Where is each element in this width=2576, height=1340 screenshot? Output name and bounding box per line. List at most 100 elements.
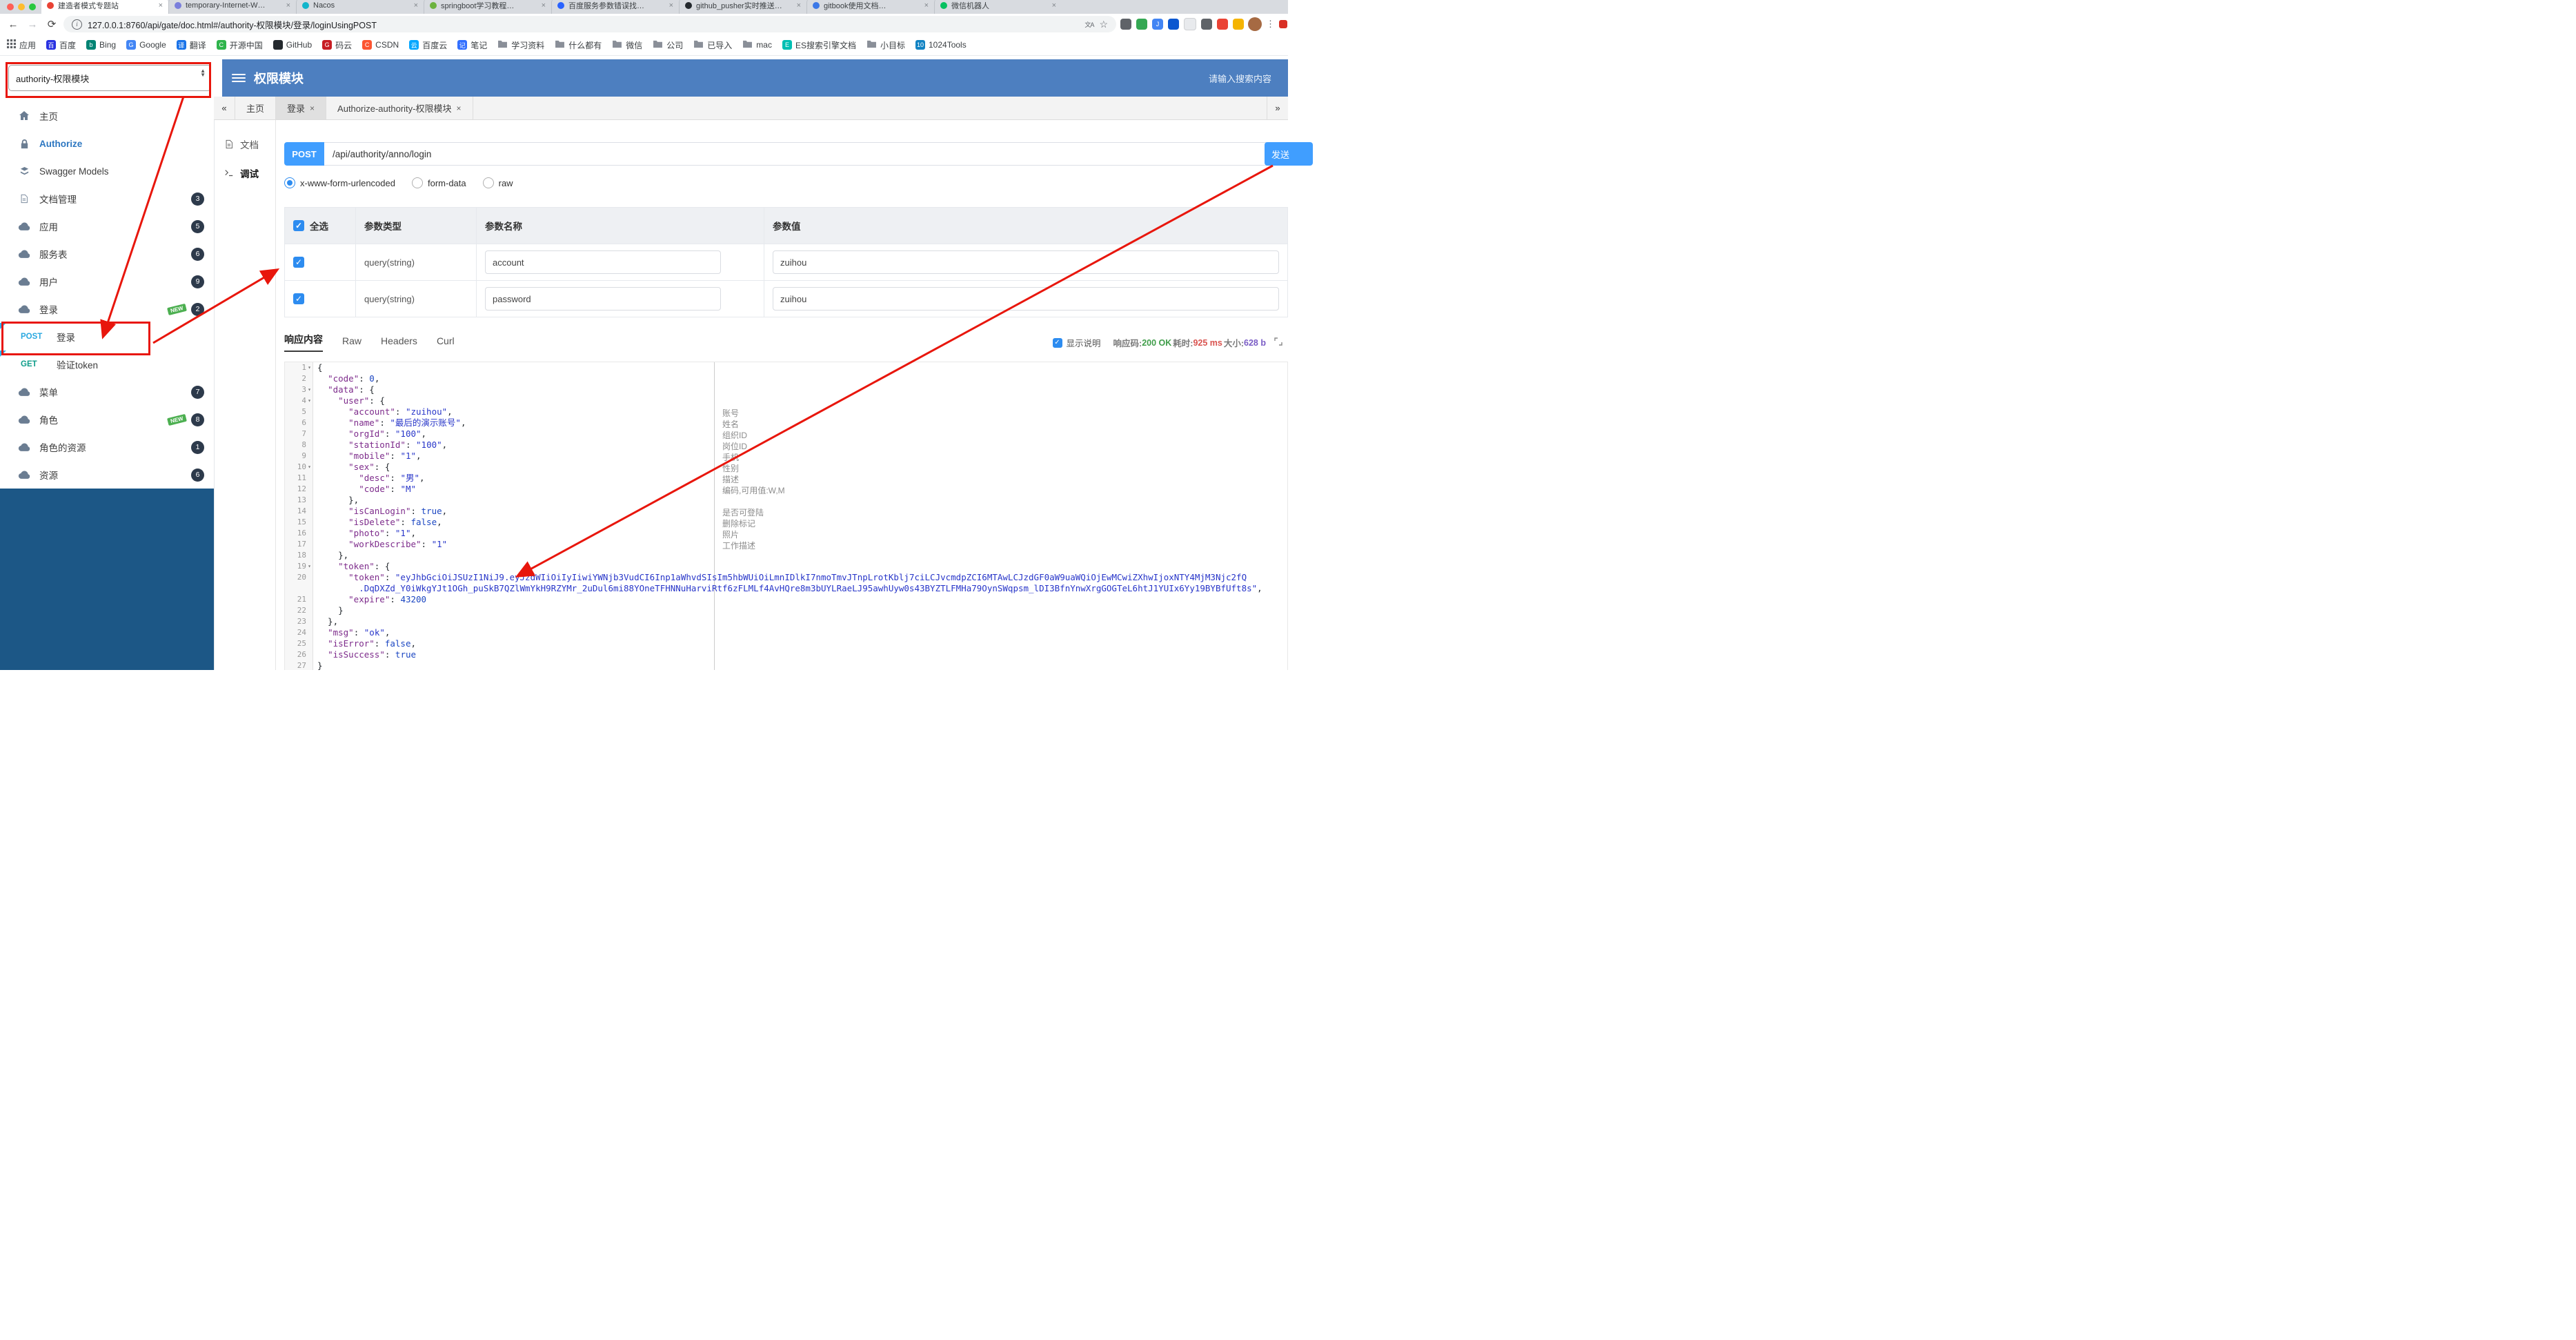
extension-icon[interactable] xyxy=(1136,19,1147,30)
bookmark-item[interactable]: 百百度 xyxy=(46,39,76,51)
fold-icon[interactable]: ▾ xyxy=(306,561,313,572)
bookmark-item[interactable]: 微信 xyxy=(612,39,642,51)
traffic-light[interactable] xyxy=(18,3,25,10)
tab-调试[interactable]: 调试 xyxy=(214,159,275,188)
document-tab[interactable]: 登录 × xyxy=(276,97,327,119)
sidebar-item[interactable]: 用户 9 xyxy=(0,268,214,295)
extension-icon[interactable] xyxy=(1233,19,1244,30)
traffic-light[interactable] xyxy=(29,3,36,10)
fold-icon[interactable]: ▾ xyxy=(306,462,313,473)
tab-close-icon[interactable]: × xyxy=(1052,1,1056,10)
tab-close-icon[interactable]: × xyxy=(924,1,929,10)
bookmark-item[interactable]: 译翻译 xyxy=(176,39,206,51)
address-bar[interactable]: i 127.0.0.1:8760/api/gate/doc.html#/auth… xyxy=(63,16,1116,32)
bookmark-item[interactable]: 云百度云 xyxy=(409,39,447,51)
browser-tab[interactable]: github_pusher实时推送… × xyxy=(679,0,806,14)
sidebar-item[interactable]: 应用 5 xyxy=(0,213,214,240)
browser-tab[interactable]: temporary-Internet-W… × xyxy=(168,0,296,14)
translate-icon[interactable]: 文A xyxy=(1084,20,1094,29)
sidebar-item[interactable]: Swagger Models xyxy=(0,157,214,185)
extension-icon[interactable] xyxy=(1120,19,1131,30)
response-tab[interactable]: Curl xyxy=(437,335,455,352)
tab-close-icon[interactable]: × xyxy=(669,1,673,10)
bookmark-item[interactable]: b Bing xyxy=(86,40,116,50)
select-all-checkbox[interactable]: ✓ xyxy=(293,220,304,231)
tabs-prev-button[interactable]: « xyxy=(214,97,235,119)
forward-icon[interactable]: → xyxy=(25,19,40,30)
bookmark-item[interactable]: E ES搜索引擎文档 xyxy=(782,39,856,51)
content-type-radio[interactable]: raw xyxy=(482,177,513,188)
request-path-input[interactable]: /api/authority/anno/login xyxy=(324,142,1270,166)
checkbox-icon[interactable]: ✓ xyxy=(1052,337,1062,348)
radio-icon[interactable] xyxy=(284,177,295,188)
param-name-input[interactable]: account xyxy=(485,250,721,274)
reload-icon[interactable]: ⟳ xyxy=(44,18,59,30)
sidebar-item[interactable]: Authorize xyxy=(0,130,214,157)
bookmark-star-icon[interactable]: ☆ xyxy=(1099,19,1108,30)
bookmark-item[interactable]: 10 1024Tools xyxy=(915,40,967,50)
tabs-next-button[interactable]: » xyxy=(1267,97,1288,119)
module-select[interactable]: authority-权限模块 ▲ ▼ xyxy=(8,65,211,91)
page-info-icon[interactable]: i xyxy=(72,19,82,30)
extension-icon[interactable] xyxy=(1168,19,1179,30)
param-name-input[interactable]: password xyxy=(485,287,721,311)
bookmark-item[interactable]: GitHub xyxy=(273,40,312,50)
profile-avatar[interactable] xyxy=(1248,17,1262,31)
hamburger-icon[interactable] xyxy=(232,74,246,82)
window-controls[interactable] xyxy=(3,3,41,14)
response-code-editor[interactable]: 1 ▾{2 "code": 0, 3 ▾ "data": {4 ▾ "user": {5… xyxy=(284,362,1288,670)
bookmark-item[interactable]: G 码云 xyxy=(322,39,352,51)
bookmark-item[interactable]: G Google xyxy=(126,40,166,50)
bookmark-item[interactable]: C 开源中国 xyxy=(216,39,263,51)
response-tab[interactable]: Raw xyxy=(342,335,361,352)
traffic-light[interactable] xyxy=(7,3,14,10)
browser-tab[interactable]: Nacos × xyxy=(296,0,424,14)
bookmark-item[interactable]: 小目标 xyxy=(866,39,905,51)
bookmark-item[interactable]: 什么都有 xyxy=(555,39,602,51)
tab-close-icon[interactable]: × xyxy=(159,1,163,10)
fold-icon[interactable]: ▾ xyxy=(306,384,313,395)
extension-icon[interactable] xyxy=(1201,19,1212,30)
tab-close-icon[interactable]: × xyxy=(414,1,418,10)
response-tab[interactable]: 响应内容 xyxy=(284,333,323,352)
browser-tab[interactable]: 百度服务参数错误找… × xyxy=(551,0,679,14)
radio-icon[interactable] xyxy=(482,177,494,188)
fold-icon[interactable]: ▾ xyxy=(306,395,313,406)
bookmark-item[interactable]: mac xyxy=(742,40,772,50)
sidebar-item[interactable]: 角色 NEW 8 xyxy=(0,406,214,433)
url-text[interactable]: 127.0.0.1:8760/api/gate/doc.html#/author… xyxy=(88,18,1079,31)
browser-tab[interactable]: springboot学习教程… × xyxy=(424,0,551,14)
bookmark-item[interactable]: 应用 xyxy=(7,39,36,51)
content-type-radio[interactable]: form-data xyxy=(411,177,466,188)
header-search[interactable]: 请输入搜索内容 xyxy=(1209,72,1271,85)
back-icon[interactable]: ← xyxy=(6,19,21,30)
radio-icon[interactable] xyxy=(411,177,423,188)
fold-icon[interactable]: ▾ xyxy=(306,362,313,373)
row-checkbox[interactable]: ✓ xyxy=(293,257,304,268)
browser-menu-icon[interactable]: ⋮ xyxy=(1266,19,1275,30)
tab-close-icon[interactable]: × xyxy=(310,104,315,113)
extension-icon[interactable] xyxy=(1217,19,1228,30)
document-tab[interactable]: 主页 xyxy=(235,97,277,119)
browser-tab[interactable]: 微信机器人 × xyxy=(934,0,1062,14)
browser-tab[interactable]: gitbook使用文档… × xyxy=(806,0,934,14)
document-tab[interactable]: Authorize-authority-权限模块 × xyxy=(326,97,473,119)
show-description-checkbox[interactable]: ✓ 显示说明 xyxy=(1052,336,1101,349)
sidebar-item[interactable]: 菜单 7 xyxy=(0,378,214,406)
sidebar-item[interactable]: 登录 NEW 2 xyxy=(0,295,214,323)
param-value-input[interactable]: zuihou xyxy=(773,250,1279,274)
sidebar-item[interactable]: 文档管理 3 xyxy=(0,185,214,213)
send-button[interactable]: 发送 xyxy=(1265,142,1313,166)
sidebar-endpoint-get[interactable]: GET 验证token xyxy=(0,351,214,378)
sidebar-endpoint-post[interactable]: POST 登录 xyxy=(0,323,214,351)
sidebar-item[interactable]: 主页 xyxy=(0,102,214,130)
bookmark-item[interactable]: 公司 xyxy=(653,39,683,51)
tab-close-icon[interactable]: × xyxy=(797,1,801,10)
bookmark-item[interactable]: 已导入 xyxy=(693,39,732,51)
tab-文档[interactable]: 文档 xyxy=(214,130,275,159)
fullscreen-icon[interactable] xyxy=(1274,337,1282,348)
browser-tab[interactable]: 建造者模式专题站 × xyxy=(41,0,168,14)
param-value-input[interactable]: zuihou xyxy=(773,287,1279,311)
tab-close-icon[interactable]: × xyxy=(457,104,462,113)
response-tab[interactable]: Headers xyxy=(381,335,417,352)
